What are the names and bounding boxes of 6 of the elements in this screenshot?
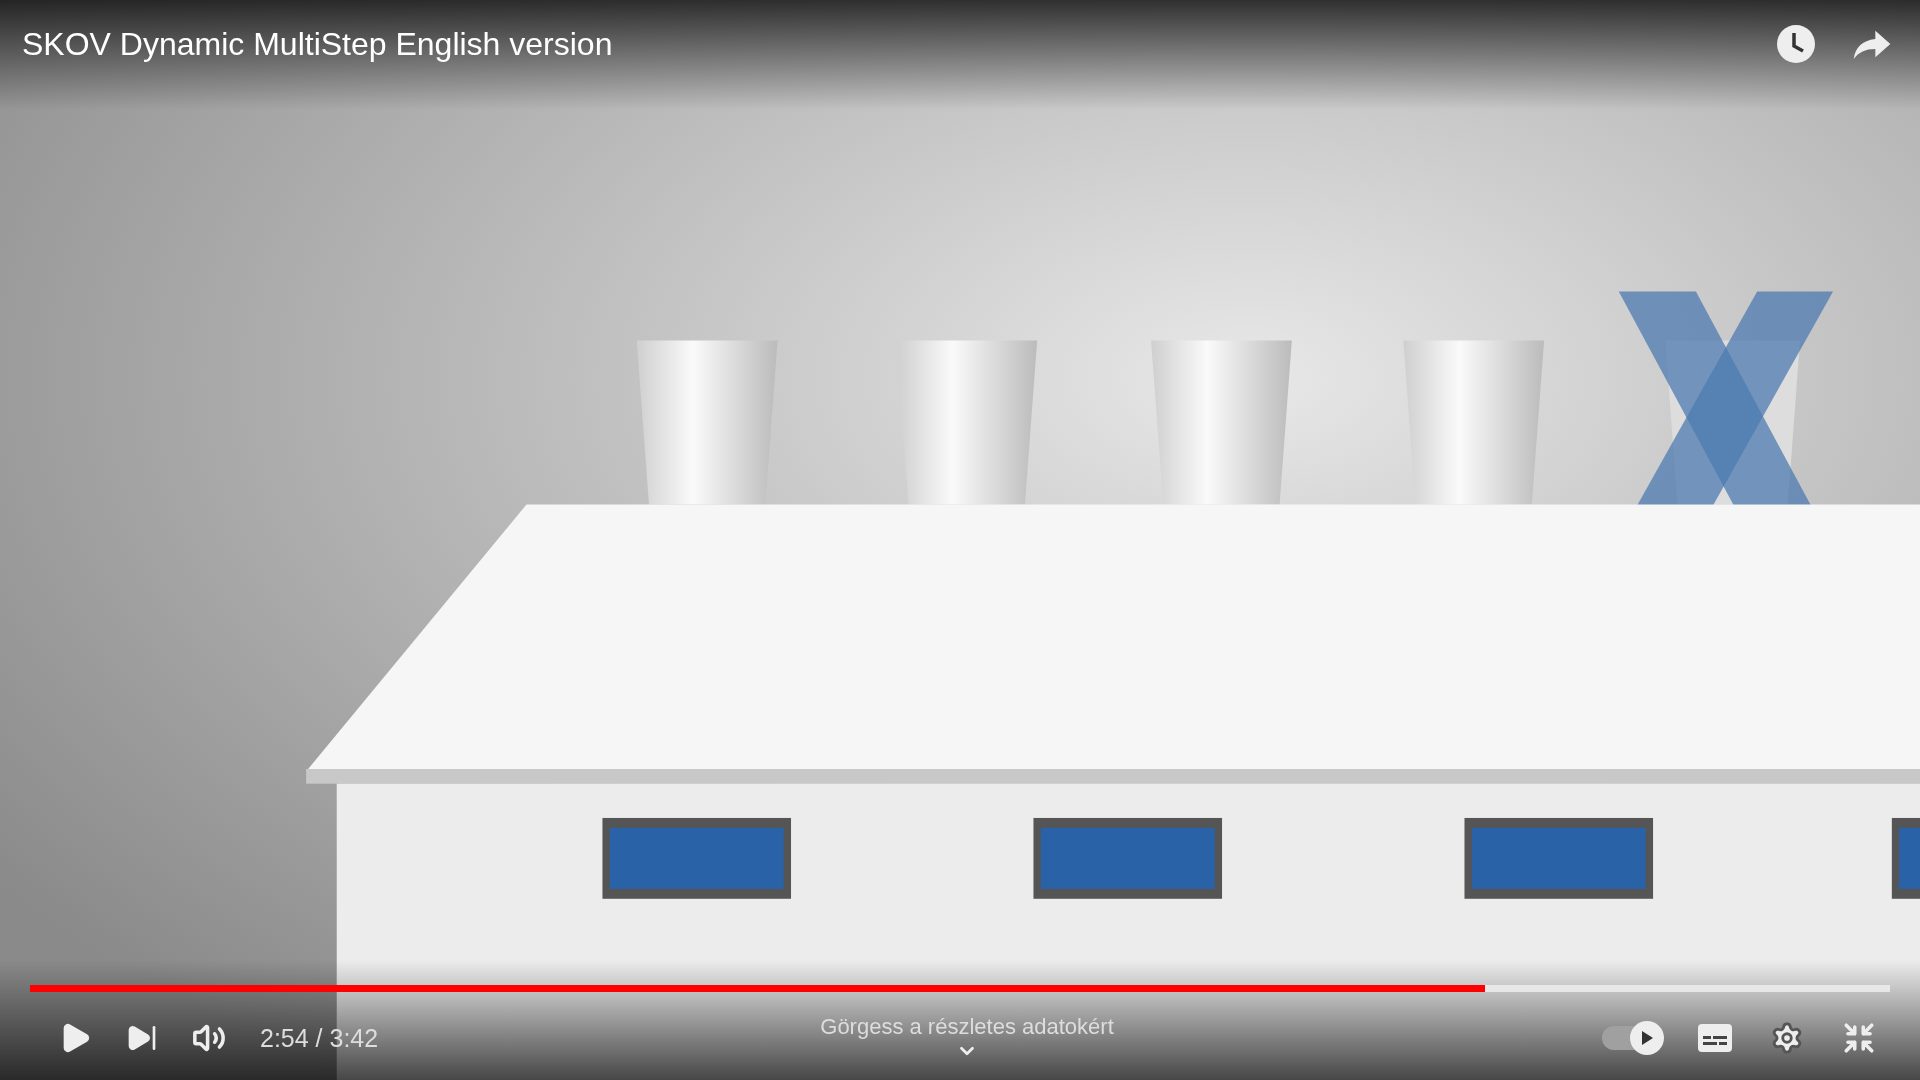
play-icon	[1639, 1029, 1655, 1047]
time-display: 2:54 / 3:42	[260, 1023, 379, 1053]
scroll-hint: Görgess a részletes adatokért	[820, 1014, 1114, 1040]
progress-bar[interactable]	[30, 985, 1890, 992]
autoplay-toggle[interactable]	[1602, 1021, 1664, 1055]
video-title: SKOV Dynamic MultiStep English version	[22, 25, 613, 64]
